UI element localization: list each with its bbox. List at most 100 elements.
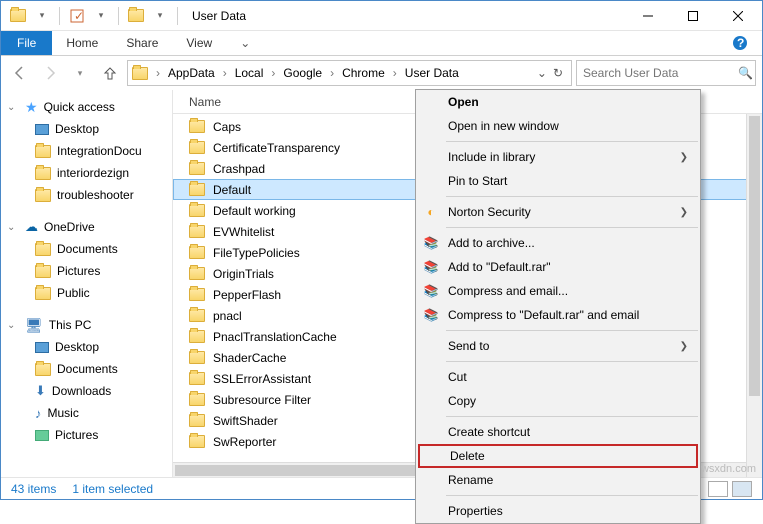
folder-icon xyxy=(189,435,205,448)
minimize-button[interactable] xyxy=(625,2,670,30)
ribbon-tabs: File Home Share View ⌄ ? xyxy=(1,31,762,56)
details-view-button[interactable] xyxy=(708,481,728,497)
tab-home[interactable]: Home xyxy=(52,31,112,55)
folder-icon xyxy=(189,246,205,259)
file-name: FileTypePolicies xyxy=(213,246,300,260)
folder-icon xyxy=(189,162,205,175)
thumbnails-view-button[interactable] xyxy=(732,481,752,497)
folder-icon xyxy=(35,265,51,278)
chevron-down-icon[interactable]: ⌄ xyxy=(7,222,19,233)
folder-icon xyxy=(35,243,51,256)
folder-icon xyxy=(189,120,205,133)
crumb-appdata[interactable]: AppData xyxy=(164,62,219,84)
view-mode-icons xyxy=(708,481,752,497)
ctx-copy[interactable]: Copy xyxy=(416,389,700,413)
forward-button[interactable] xyxy=(37,60,63,86)
search-box[interactable]: 🔍 xyxy=(576,60,756,86)
folder-icon xyxy=(35,189,51,202)
file-name: Caps xyxy=(213,120,241,134)
ctx-add-rar[interactable]: 📚Add to "Default.rar" xyxy=(416,255,700,279)
nav-item-public[interactable]: Public xyxy=(1,282,172,304)
crumb-userdata[interactable]: User Data xyxy=(401,62,463,84)
tab-share[interactable]: Share xyxy=(112,31,172,55)
up-button[interactable] xyxy=(97,60,123,86)
recent-locations-icon[interactable]: ▾ xyxy=(67,60,93,86)
ctx-cut[interactable]: Cut xyxy=(416,365,700,389)
qat-dropdown-icon[interactable]: ▾ xyxy=(31,5,53,27)
vertical-scrollbar[interactable] xyxy=(746,114,762,478)
ctx-include-library[interactable]: Include in library❯ xyxy=(416,145,700,169)
search-icon[interactable]: 🔍 xyxy=(738,66,753,80)
ctx-delete[interactable]: Delete xyxy=(418,444,698,468)
nav-item-troubleshooter[interactable]: troubleshooter xyxy=(1,184,172,206)
folder-icon xyxy=(189,288,205,301)
nav-item-documents[interactable]: Documents xyxy=(1,238,172,260)
file-tab[interactable]: File xyxy=(1,31,52,55)
ribbon-expand-icon[interactable]: ⌄ xyxy=(240,31,250,55)
crumb-google[interactable]: Google xyxy=(279,62,326,84)
back-button[interactable] xyxy=(7,60,33,86)
nav-quick-access[interactable]: ⌄★Quick access xyxy=(1,96,172,118)
nav-item-desktop[interactable]: Desktop xyxy=(1,118,172,140)
file-name: CertificateTransparency xyxy=(213,141,340,155)
search-input[interactable] xyxy=(583,66,738,80)
folder-icon xyxy=(189,225,205,238)
chevron-right-icon: ❯ xyxy=(680,341,688,352)
ctx-norton[interactable]: ◐Norton Security❯ xyxy=(416,200,700,224)
file-name: SwiftShader xyxy=(213,414,278,428)
nav-item-pc-music[interactable]: ♪Music xyxy=(1,402,172,424)
properties-icon[interactable]: ✓ xyxy=(66,5,88,27)
file-name: PepperFlash xyxy=(213,288,281,302)
close-button[interactable] xyxy=(715,2,760,30)
folder-icon xyxy=(35,287,51,300)
ctx-compress-rar-email[interactable]: 📚Compress to "Default.rar" and email xyxy=(416,303,700,327)
chevron-down-icon[interactable]: ⌄ xyxy=(7,320,19,331)
file-name: PnaclTranslationCache xyxy=(213,330,337,344)
ctx-open[interactable]: Open xyxy=(416,90,700,114)
nav-item-pc-desktop[interactable]: Desktop xyxy=(1,336,172,358)
ctx-open-new-window[interactable]: Open in new window xyxy=(416,114,700,138)
ctx-rename[interactable]: Rename xyxy=(416,468,700,492)
crumb-chrome[interactable]: Chrome xyxy=(338,62,389,84)
help-button[interactable]: ? xyxy=(718,31,762,55)
chevron-right-icon: ❯ xyxy=(680,152,688,163)
qat-dropdown-2-icon[interactable]: ▾ xyxy=(90,5,112,27)
ctx-compress-email[interactable]: 📚Compress and email... xyxy=(416,279,700,303)
ctx-add-archive[interactable]: 📚Add to archive... xyxy=(416,231,700,255)
address-dropdown-icon[interactable]: ⌄ xyxy=(537,66,547,80)
nav-item-integrationdocu[interactable]: IntegrationDocu xyxy=(1,140,172,162)
qat-overflow-icon[interactable]: ▾ xyxy=(149,5,171,27)
maximize-button[interactable] xyxy=(670,2,715,30)
norton-icon: ◐ xyxy=(422,205,440,219)
folder-icon xyxy=(35,363,51,376)
nav-item-pc-documents[interactable]: Documents xyxy=(1,358,172,380)
winrar-icon: 📚 xyxy=(422,236,440,250)
nav-this-pc[interactable]: ⌄🖥This PC xyxy=(1,314,172,336)
nav-item-pc-downloads[interactable]: ⬇Downloads xyxy=(1,380,172,402)
chevron-down-icon[interactable]: ⌄ xyxy=(7,102,19,113)
file-name: pnacl xyxy=(213,309,242,323)
nav-item-pc-pictures[interactable]: Pictures xyxy=(1,424,172,446)
nav-onedrive[interactable]: ⌄☁OneDrive xyxy=(1,216,172,238)
folder-icon xyxy=(189,393,205,406)
nav-item-interiordezign[interactable]: interiordezign xyxy=(1,162,172,184)
folder-icon xyxy=(35,167,51,180)
file-name: Crashpad xyxy=(213,162,265,176)
title-bar: ▾ ✓ ▾ ▾ User Data xyxy=(1,1,762,31)
refresh-button[interactable]: ↻ xyxy=(553,66,563,80)
ctx-pin-start[interactable]: Pin to Start xyxy=(416,169,700,193)
ctx-send-to[interactable]: Send to❯ xyxy=(416,334,700,358)
window-title: User Data xyxy=(192,9,246,23)
context-menu: Open Open in new window Include in libra… xyxy=(415,89,701,524)
watermark: wsxdn.com xyxy=(701,463,756,475)
crumb-local[interactable]: Local xyxy=(231,62,268,84)
breadcrumb-bar[interactable]: › AppData› Local› Google› Chrome› User D… xyxy=(127,60,572,86)
folder-icon xyxy=(189,330,205,343)
svg-text:?: ? xyxy=(737,36,744,50)
nav-item-pictures[interactable]: Pictures xyxy=(1,260,172,282)
winrar-icon: 📚 xyxy=(422,284,440,298)
ctx-properties[interactable]: Properties xyxy=(416,499,700,523)
tab-view[interactable]: View xyxy=(172,31,226,55)
ctx-create-shortcut[interactable]: Create shortcut xyxy=(416,420,700,444)
chevron-right-icon[interactable]: › xyxy=(154,66,162,80)
